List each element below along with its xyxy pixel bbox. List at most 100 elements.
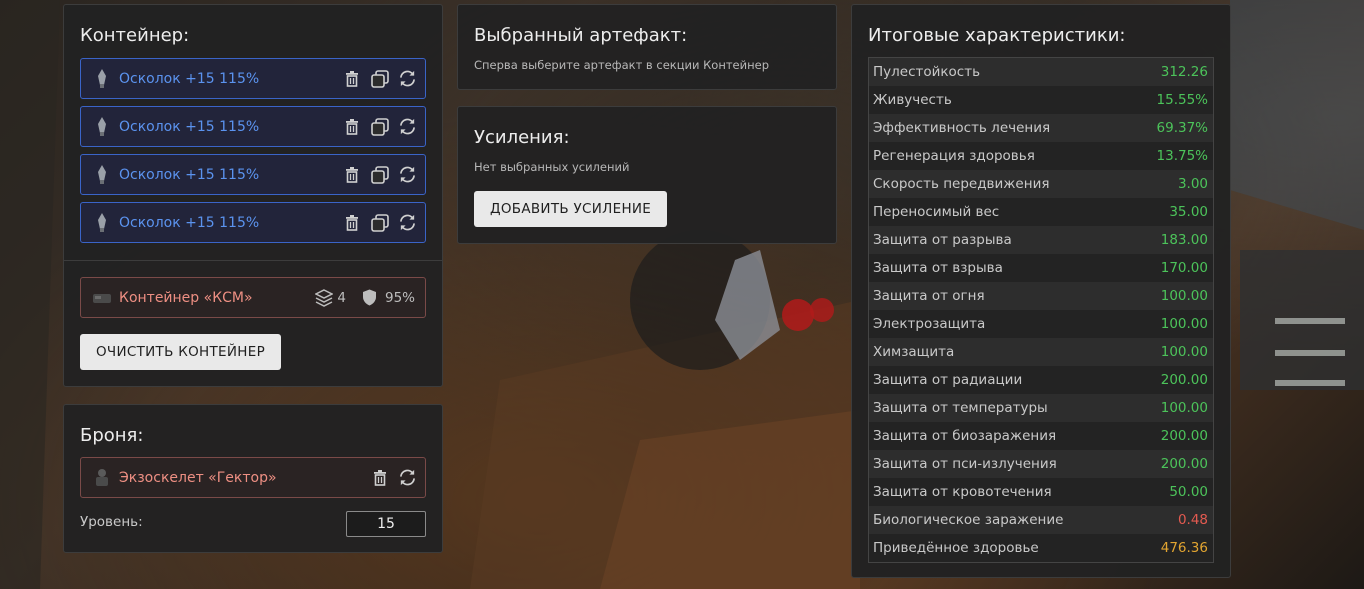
refresh-icon[interactable] [398,213,417,232]
stat-name: Биологическое заражение [873,512,1064,528]
stat-row: Защита от огня 100.00 [869,282,1213,310]
stat-value: 200.00 [1160,372,1208,388]
stat-row: Живучесть 15.55% [869,86,1213,114]
artifact-slot[interactable]: Осколок +15 115% [80,58,426,99]
selected-artifact-hint: Сперва выберите артефакт в секции Контей… [474,58,770,72]
stat-row: Скорость передвижения 3.00 [869,170,1213,198]
container-icon [91,287,113,309]
armor-item[interactable]: Экзоскелет «Гектор» [80,457,426,498]
shield-icon [362,289,377,306]
stat-row: Переносимый вес 35.00 [869,198,1213,226]
trash-icon[interactable] [342,213,361,232]
totals-title: Итоговые характеристики: [868,25,1126,46]
stat-row: Защита от пси-излучения 200.00 [869,450,1213,478]
artifact-slot[interactable]: Осколок +15 115% [80,106,426,147]
shard-artifact-icon [91,116,113,138]
container-item[interactable]: Контейнер «КСМ» 4 95% [80,277,426,318]
stat-value: 100.00 [1160,288,1208,304]
trash-icon[interactable] [342,69,361,88]
stat-value: 69.37% [1156,120,1208,136]
stat-value: 312.26 [1160,64,1208,80]
trash-icon[interactable] [342,165,361,184]
trash-icon[interactable] [370,468,389,487]
stat-row: Приведённое здоровье 476.36 [869,534,1213,562]
stat-value: 0.48 [1177,512,1208,528]
stat-value: 100.00 [1160,400,1208,416]
shard-artifact-icon [91,164,113,186]
layers-icon [315,288,334,307]
refresh-icon[interactable] [398,69,417,88]
stat-name: Защита от взрыва [873,260,1003,276]
armor-title: Броня: [80,425,144,446]
selected-artifact-title: Выбранный артефакт: [474,25,688,46]
boosts-hint: Нет выбранных усилений [474,160,630,174]
stat-name: Защита от пси-излучения [873,456,1057,472]
stat-name: Защита от кровотечения [873,484,1052,500]
stat-value: 13.75% [1156,148,1208,164]
copy-icon[interactable] [370,69,389,88]
shard-artifact-icon [91,68,113,90]
stat-row: Эффективность лечения 69.37% [869,114,1213,142]
container-label: Контейнер «КСМ» [119,289,253,306]
stat-name: Защита от температуры [873,400,1048,416]
stat-value: 200.00 [1160,428,1208,444]
artifact-label: Осколок +15 115% [119,214,260,231]
refresh-icon[interactable] [398,165,417,184]
refresh-icon[interactable] [398,468,417,487]
divider [64,260,442,261]
stat-row: Защита от биозаражения 200.00 [869,422,1213,450]
stat-name: Регенерация здоровья [873,148,1035,164]
boosts-title: Усиления: [474,127,570,148]
stat-row: Защита от разрыва 183.00 [869,226,1213,254]
stat-value: 15.55% [1156,92,1208,108]
armor-label: Экзоскелет «Гектор» [119,469,277,486]
stat-value: 35.00 [1169,204,1208,220]
stat-value: 183.00 [1160,232,1208,248]
stat-name: Защита от радиации [873,372,1023,388]
stat-name: Электрозащита [873,316,986,332]
stat-row: Защита от температуры 100.00 [869,394,1213,422]
shard-artifact-icon [91,212,113,234]
refresh-icon[interactable] [398,117,417,136]
selected-artifact-panel: Выбранный артефакт: Сперва выберите арте… [457,4,837,90]
boosts-panel: Усиления: Нет выбранных усилений ДОБАВИТ… [457,106,837,244]
stat-name: Живучесть [873,92,952,108]
stat-name: Переносимый вес [873,204,1000,220]
stat-row: Химзащита 100.00 [869,338,1213,366]
stat-value: 50.00 [1169,484,1208,500]
artifact-label: Осколок +15 115% [119,166,260,183]
stat-value: 476.36 [1160,540,1208,556]
stat-name: Защита от биозаражения [873,428,1057,444]
stat-row: Защита от радиации 200.00 [869,366,1213,394]
stat-value: 3.00 [1177,176,1208,192]
artifact-label: Осколок +15 115% [119,70,260,87]
stat-name: Химзащита [873,344,955,360]
container-title: Контейнер: [80,25,190,46]
stat-name: Защита от разрыва [873,232,1012,248]
level-label: Уровень: [80,514,143,530]
clear-container-button[interactable]: ОЧИСТИТЬ КОНТЕЙНЕР [80,334,282,370]
stat-name: Эффективность лечения [873,120,1051,136]
copy-icon[interactable] [370,117,389,136]
stat-value: 200.00 [1160,456,1208,472]
totals-panel: Итоговые характеристики: Пулестойкость 31… [851,4,1231,578]
stat-value: 170.00 [1160,260,1208,276]
exoskeleton-icon [91,467,113,489]
copy-icon[interactable] [370,213,389,232]
level-input[interactable] [346,511,426,537]
stat-name: Приведённое здоровье [873,540,1039,556]
stat-value: 100.00 [1160,316,1208,332]
stat-row: Пулестойкость 312.26 [869,58,1213,86]
artifact-slot[interactable]: Осколок +15 115% [80,202,426,243]
copy-icon[interactable] [370,165,389,184]
stat-name: Пулестойкость [873,64,981,80]
artifact-slot[interactable]: Осколок +15 115% [80,154,426,195]
stat-row: Электрозащита 100.00 [869,310,1213,338]
stats-table: Пулестойкость 312.26 Живучесть 15.55% Эффе… [868,57,1214,563]
stat-row: Защита от кровотечения 50.00 [869,478,1213,506]
add-boost-button[interactable]: ДОБАВИТЬ УСИЛЕНИЕ [474,191,668,227]
trash-icon[interactable] [342,117,361,136]
artifact-label: Осколок +15 115% [119,118,260,135]
stat-name: Защита от огня [873,288,985,304]
stat-row: Биологическое заражение 0.48 [869,506,1213,534]
